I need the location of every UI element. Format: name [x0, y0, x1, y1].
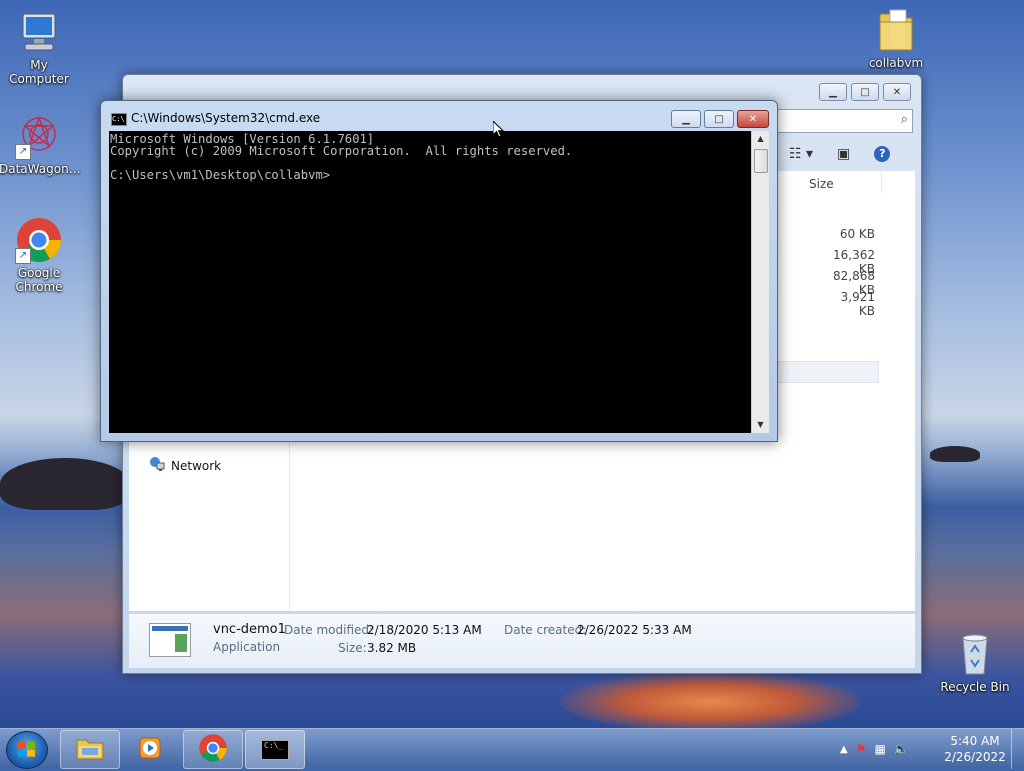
console-output[interactable]: Microsoft Windows [Version 6.1.7601] Copy… — [109, 131, 751, 433]
network-status-icon[interactable]: ▦ — [874, 742, 885, 756]
wallpaper-rocks-right — [930, 446, 980, 462]
nav-item-network[interactable]: Network — [149, 456, 221, 475]
explorer-window-controls: ▁ □ ✕ — [819, 83, 911, 101]
console-line: Copyright (c) 2009 Microsoft Corporation… — [110, 144, 573, 158]
recycle-bin-icon — [951, 630, 999, 678]
selected-row-highlight — [777, 361, 879, 383]
file-size-cell: 3,921 KB — [840, 290, 875, 318]
desktop-icon-my-computer[interactable]: My Computer — [0, 8, 79, 86]
details-file-type: Application — [213, 640, 281, 654]
file-size-cell: 60 KB — [839, 227, 875, 241]
preview-pane-icon[interactable]: ▣ — [837, 146, 850, 162]
details-modified-label: Date modified: — [284, 623, 374, 637]
details-file-name: vnc-demo1 — [213, 622, 286, 637]
desktop-icon-datawagon[interactable]: ↗ DataWagon… — [0, 112, 81, 176]
details-size-value: 3.82 MB — [367, 641, 417, 655]
windows-explorer-icon — [75, 735, 105, 764]
scroll-thumb[interactable] — [754, 149, 768, 173]
scroll-up-icon[interactable]: ▲ — [752, 131, 769, 147]
help-icon[interactable]: ? — [874, 146, 891, 162]
details-created-value: 2/26/2022 5:33 AM — [577, 623, 692, 637]
column-divider — [881, 171, 882, 193]
taskbar-cmd-button[interactable]: C:\_ — [245, 730, 305, 769]
taskbar-chrome-button[interactable] — [183, 730, 243, 769]
wallpaper-sun — [560, 672, 860, 732]
maximize-button[interactable]: □ — [704, 110, 734, 128]
cmd-icon: C:\ — [111, 113, 127, 126]
datawagon-icon: ↗ — [15, 112, 63, 160]
search-input[interactable]: ⌕ — [775, 109, 913, 133]
close-button[interactable]: ✕ — [883, 83, 911, 101]
explorer-toolbar: ☷ ▾ ▣ ? — [775, 141, 927, 167]
system-tray: ▲ ⚑ ▦ 🔈 — [840, 729, 909, 769]
computer-icon — [15, 8, 63, 56]
desktop-icon-label: Google Chrome — [15, 266, 63, 294]
desktop-icon-label: Recycle Bin — [940, 680, 1010, 694]
desktop-icon-label: My Computer — [9, 58, 69, 86]
desktop-icon-label: DataWagon… — [0, 162, 81, 176]
column-header-size[interactable]: Size — [809, 177, 834, 191]
network-icon — [149, 456, 165, 475]
minimize-button[interactable]: ▁ — [671, 110, 701, 128]
mouse-cursor-icon — [492, 119, 505, 142]
wallpaper-rocks-left — [0, 458, 130, 510]
details-created-label: Date created: — [504, 623, 587, 637]
details-modified-value: 2/18/2020 5:13 AM — [367, 623, 482, 637]
console-prompt: C:\Users\vm1\Desktop\collabvm> — [110, 168, 331, 182]
scroll-down-icon[interactable]: ▼ — [752, 417, 769, 433]
start-button[interactable] — [6, 731, 48, 769]
details-pane: vnc-demo1 Application Date modified: 2/1… — [129, 613, 915, 668]
chrome-icon — [198, 733, 228, 766]
taskbar: C:\_ ▲ ⚑ ▦ 🔈 5:40 AM 2/26/2022 — [0, 728, 1024, 769]
chrome-icon: ↗ — [15, 216, 63, 264]
desktop-icon-recycle-bin[interactable]: Recycle Bin — [935, 630, 1015, 694]
view-options-icon[interactable]: ☷ ▾ — [789, 146, 813, 162]
close-button[interactable]: ✕ — [737, 110, 769, 128]
shortcut-arrow-icon: ↗ — [15, 248, 31, 264]
search-icon: ⌕ — [900, 112, 908, 127]
taskbar-explorer-button[interactable] — [60, 730, 120, 769]
nav-item-label: Network — [171, 458, 222, 473]
clock-time: 5:40 AM — [950, 734, 1000, 748]
cmd-window[interactable]: C:\ C:\Windows\System32\cmd.exe ▁ □ ✕ Mi… — [100, 100, 778, 442]
shortcut-arrow-icon: ↗ — [15, 144, 31, 160]
volume-icon[interactable]: 🔈 — [894, 742, 909, 756]
minimize-button[interactable]: ▁ — [819, 83, 847, 101]
maximize-button[interactable]: □ — [851, 83, 879, 101]
show-hidden-icons-icon[interactable]: ▲ — [840, 744, 848, 755]
desktop-icon-label: collabvm — [868, 56, 924, 70]
taskbar-media-player-button[interactable] — [120, 730, 180, 769]
action-center-flag-icon[interactable]: ⚑ — [856, 742, 867, 756]
desktop-icon-google-chrome[interactable]: ↗ Google Chrome — [0, 216, 79, 294]
clock[interactable]: 5:40 AM 2/26/2022 — [940, 733, 1010, 765]
clock-date: 2/26/2022 — [944, 750, 1006, 764]
cmd-icon: C:\_ — [261, 739, 289, 760]
media-player-icon — [136, 734, 164, 765]
desktop-icon-collabvm[interactable]: collabvm — [856, 6, 936, 70]
folder-icon — [872, 6, 920, 54]
cmd-window-controls: ▁ □ ✕ — [671, 110, 769, 128]
application-icon — [149, 623, 191, 657]
cmd-window-title: C:\Windows\System32\cmd.exe — [131, 111, 321, 125]
show-desktop-button[interactable] — [1011, 729, 1024, 769]
details-size-label: Size: — [338, 641, 367, 655]
vertical-scrollbar[interactable]: ▲ ▼ — [751, 131, 769, 433]
